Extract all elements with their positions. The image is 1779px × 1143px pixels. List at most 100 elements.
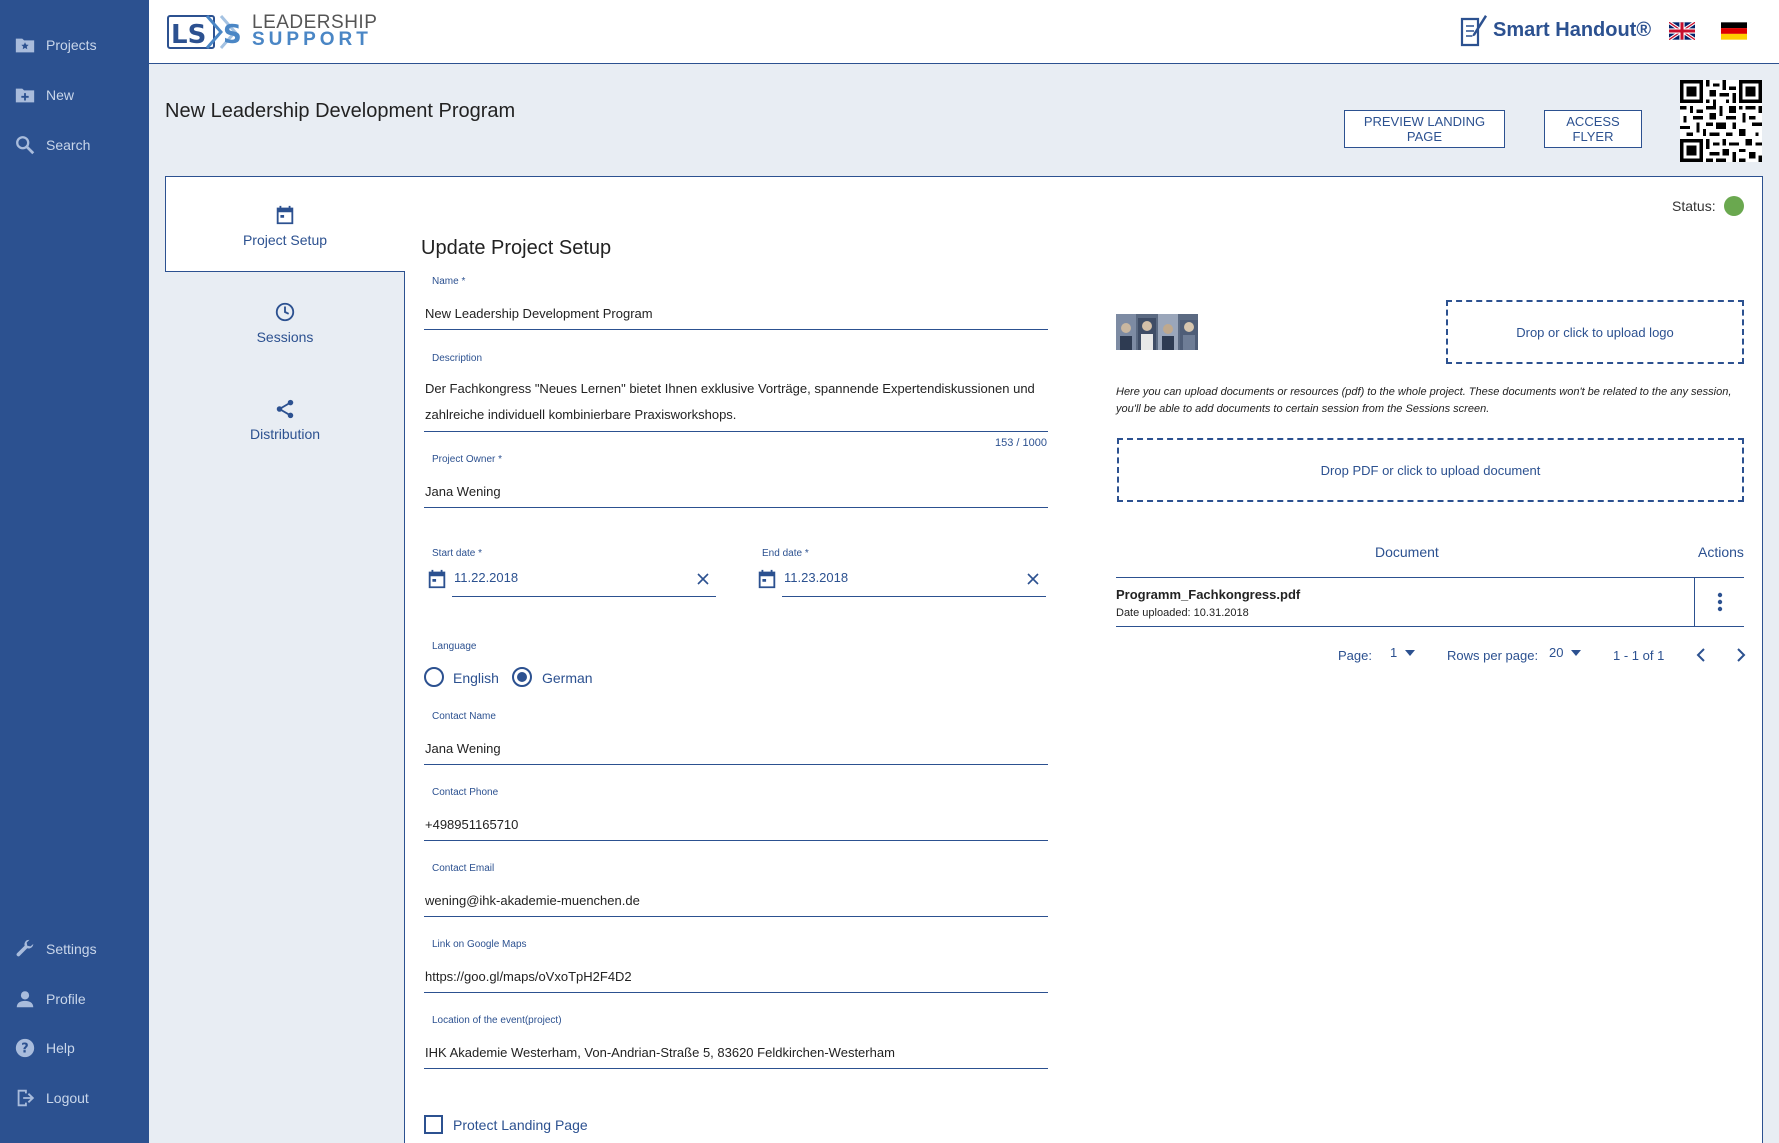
clock-icon [275, 302, 295, 322]
rows-per-page-value: 20 [1549, 645, 1564, 660]
contact-email-field[interactable]: Contact Email wening@ihk-akademie-muench… [424, 863, 1048, 917]
sidebar-item-label: Settings [46, 941, 97, 957]
column-divider [1694, 578, 1695, 626]
tab-label: Sessions [256, 329, 314, 345]
location-field[interactable]: Location of the event(project) IHK Akade… [424, 1015, 1048, 1069]
name-value: New Leadership Development Program [425, 306, 653, 321]
sidebar-item-label: New [46, 87, 75, 103]
rows-per-page-label: Rows per page: [1447, 648, 1539, 663]
start-date-label: Start date * [432, 548, 483, 559]
sidebar-item-label: Projects [46, 37, 97, 53]
tab-label: Project Setup [242, 232, 328, 248]
end-date-field[interactable]: End date * 11.23.2018 [754, 548, 1054, 602]
chevron-left-icon[interactable] [1692, 646, 1710, 664]
field-underline [424, 1068, 1048, 1069]
sidebar-item-label: Search [46, 137, 91, 153]
sidebar-item-label: Help [46, 1040, 75, 1056]
location-label: Location of the event(project) [432, 1015, 562, 1026]
sidebar-item-projects[interactable]: Projects [14, 34, 97, 56]
sidebar-item-settings[interactable]: Settings [14, 938, 97, 960]
smart-handout-logo: Smart Handout® [1459, 12, 1651, 48]
tab-sessions[interactable]: Sessions [165, 301, 405, 345]
upload-pdf-dropzone[interactable]: Drop PDF or click to upload document [1117, 438, 1744, 502]
tab-label: Distribution [249, 426, 321, 442]
maps-link-label: Link on Google Maps [432, 939, 527, 950]
field-underline [424, 840, 1048, 841]
logout-icon [17, 1089, 35, 1107]
top-bar: LS S LEADERSHIP SUPPORT Smart Handout® [149, 0, 1779, 64]
description-field[interactable]: Description Der Fachkongress "Neues Lern… [424, 353, 1048, 433]
more-vertical-icon[interactable] [1710, 590, 1730, 614]
preview-landing-page-button[interactable]: PREVIEW LANDING PAGE [1344, 110, 1505, 148]
clear-start-date-icon[interactable] [696, 572, 710, 586]
contact-phone-field[interactable]: Contact Phone +498951165710 [424, 787, 1048, 841]
upload-help-text: Here you can upload documents or resourc… [1116, 386, 1732, 415]
sidebar-item-profile[interactable]: Profile [14, 988, 86, 1010]
table-header-divider [1116, 577, 1744, 578]
access-flyer-button[interactable]: ACCESS FLYER [1544, 110, 1642, 148]
end-date-label: End date * [762, 548, 809, 559]
tab-distribution[interactable]: Distribution [165, 398, 405, 442]
contact-name-field[interactable]: Contact Name Jana Wening [424, 711, 1048, 765]
folder-plus-icon [15, 88, 35, 103]
field-underline [424, 764, 1048, 765]
status-indicator [1724, 196, 1744, 216]
location-value: IHK Akademie Westerham, Von-Andrian-Stra… [425, 1045, 895, 1060]
chevron-right-icon[interactable] [1732, 646, 1750, 664]
google-maps-link-field[interactable]: Link on Google Maps https://goo.gl/maps/… [424, 939, 1048, 993]
sidebar-item-new[interactable]: New [14, 84, 74, 106]
svg-text:LS: LS [171, 20, 206, 50]
calendar-icon[interactable] [756, 568, 778, 590]
description-line2: zahlreiche individuell kombinierbare Pra… [425, 407, 737, 422]
end-date-value: 11.23.2018 [784, 570, 849, 585]
document-column-header[interactable]: Document [1375, 544, 1439, 560]
person-icon [16, 991, 34, 1008]
chevron-down-icon [1571, 649, 1582, 656]
calendar-icon[interactable] [426, 568, 448, 590]
contact-name-value: Jana Wening [425, 741, 501, 756]
leadership-support-logo-icon: LS S [167, 15, 242, 50]
start-date-field[interactable]: Start date * 11.22.2018 [424, 548, 724, 602]
contact-email-label: Contact Email [432, 863, 495, 874]
contact-phone-value: +498951165710 [425, 817, 519, 832]
tab-project-setup[interactable]: Project Setup [165, 204, 405, 248]
contact-name-label: Contact Name [432, 711, 496, 722]
rows-per-page-select[interactable]: 20 [1549, 645, 1582, 660]
contact-phone-label: Contact Phone [432, 787, 499, 798]
project-owner-field[interactable]: Project Owner * Jana Wening [424, 454, 1048, 508]
description-counter: 153 / 1000 [995, 437, 1047, 449]
chevron-down-icon [1405, 649, 1416, 656]
product-name: Smart Handout® [1493, 18, 1652, 41]
clear-end-date-icon[interactable] [1026, 572, 1040, 586]
sidebar-item-search[interactable]: Search [14, 134, 90, 156]
field-underline [424, 507, 1048, 508]
language-label: Language [432, 641, 477, 652]
sidebar-item-logout[interactable]: Logout [14, 1087, 89, 1109]
name-field[interactable]: Name * New Leadership Development Progra… [424, 276, 1048, 330]
english-flag-icon[interactable] [1669, 22, 1695, 40]
section-title: Update Project Setup [421, 237, 612, 259]
german-flag-icon[interactable] [1721, 22, 1747, 40]
radio-english[interactable] [424, 667, 444, 687]
field-underline [424, 992, 1048, 993]
document-name[interactable]: Programm_Fachkongress.pdf [1116, 587, 1300, 602]
sidebar-item-help[interactable]: ? Help [14, 1037, 75, 1059]
owner-label: Project Owner * [432, 454, 503, 465]
page-value: 1 [1390, 645, 1398, 660]
page-title: New Leadership Development Program [165, 100, 516, 122]
logo-line2: SUPPORT [252, 29, 372, 50]
protect-landing-page-label: Protect Landing Page [453, 1117, 588, 1133]
name-label: Name * [432, 276, 466, 287]
page-select[interactable]: 1 [1390, 645, 1416, 660]
sidebar: Projects New Search Settings Profile ? H… [0, 0, 149, 1143]
radio-german[interactable] [512, 667, 532, 687]
radio-german-label: German [542, 670, 593, 686]
sidebar-item-label: Logout [46, 1090, 89, 1106]
wrench-icon [16, 939, 34, 957]
document-date: Date uploaded: 10.31.2018 [1116, 607, 1249, 619]
owner-value: Jana Wening [425, 484, 501, 499]
upload-logo-dropzone[interactable]: Drop or click to upload logo [1446, 300, 1744, 364]
qr-code-icon[interactable] [1680, 80, 1762, 162]
protect-landing-page-checkbox[interactable] [424, 1115, 443, 1134]
field-underline [424, 916, 1048, 917]
